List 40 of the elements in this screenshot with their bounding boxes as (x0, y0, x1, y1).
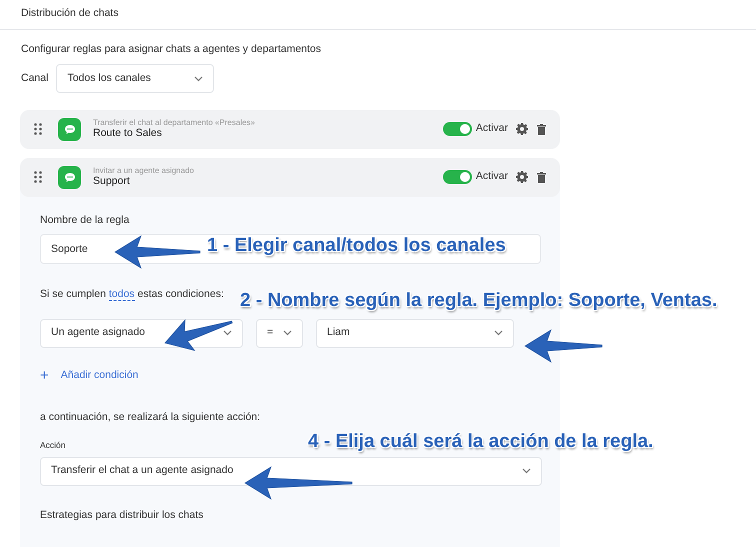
rule-name: Route to Sales (93, 127, 163, 140)
match-mode-link[interactable]: todos (108, 288, 135, 300)
chevron-down-icon (223, 330, 232, 336)
chat-icon (58, 118, 81, 141)
field-label: Acción (40, 439, 66, 452)
drag-handle-icon[interactable] (34, 171, 42, 184)
chevron-down-icon (494, 330, 503, 336)
drag-handle-icon[interactable] (34, 123, 42, 136)
chevron-down-icon (522, 468, 531, 474)
page-title: Distribución de chats (21, 6, 120, 21)
add-condition-link[interactable]: Añadir condición (60, 368, 138, 384)
plus-icon[interactable]: + (40, 368, 49, 383)
annotation-text: 2 - Nombre según la regla. Ejemplo: Soporte, Ventas. (240, 291, 718, 312)
action-select[interactable]: Transferir el chat a un agente asignado (40, 456, 542, 486)
operator-select[interactable]: = (256, 318, 303, 348)
conditions-text: Si se cumplen todos estas condiciones: (40, 286, 224, 302)
settings-icon[interactable] (516, 123, 528, 136)
toggle-label: Activar (476, 121, 508, 136)
rule-action-summary: Invitar a un agente asignado (93, 166, 195, 176)
toggle-switch[interactable] (442, 170, 472, 184)
channel-label: Canal (21, 70, 48, 86)
page-description: Configurar reglas para asignar chats a agentes y departamentos (20, 42, 322, 57)
section-label: Estrategias para distribuir los chats (40, 508, 204, 523)
chat-icon (58, 166, 81, 189)
chevron-down-icon (283, 330, 292, 336)
action-intro-text: a continuación, se realizará la siguiente acción: (40, 410, 260, 426)
toggle-label: Activar (476, 169, 508, 184)
rule-action-summary: Transferir el chat al departamento «Presales» (93, 118, 256, 128)
rule-name: Support (93, 175, 131, 188)
annotation-text: 1 - Elegir canal/todos los canales (207, 236, 506, 257)
trash-icon[interactable] (537, 124, 546, 135)
condition-value-select[interactable]: Liam (316, 318, 514, 348)
trash-icon[interactable] (537, 172, 546, 183)
settings-icon[interactable] (516, 171, 528, 184)
annotation-text: 4 - Elija cuál será la acción de la regla. (308, 432, 654, 453)
annotation-arrow (164, 319, 233, 351)
toggle-switch[interactable] (442, 122, 472, 136)
chevron-down-icon (194, 76, 204, 82)
field-label: Nombre de la regla (40, 212, 130, 228)
channel-select[interactable]: Todos los canales (56, 64, 214, 94)
